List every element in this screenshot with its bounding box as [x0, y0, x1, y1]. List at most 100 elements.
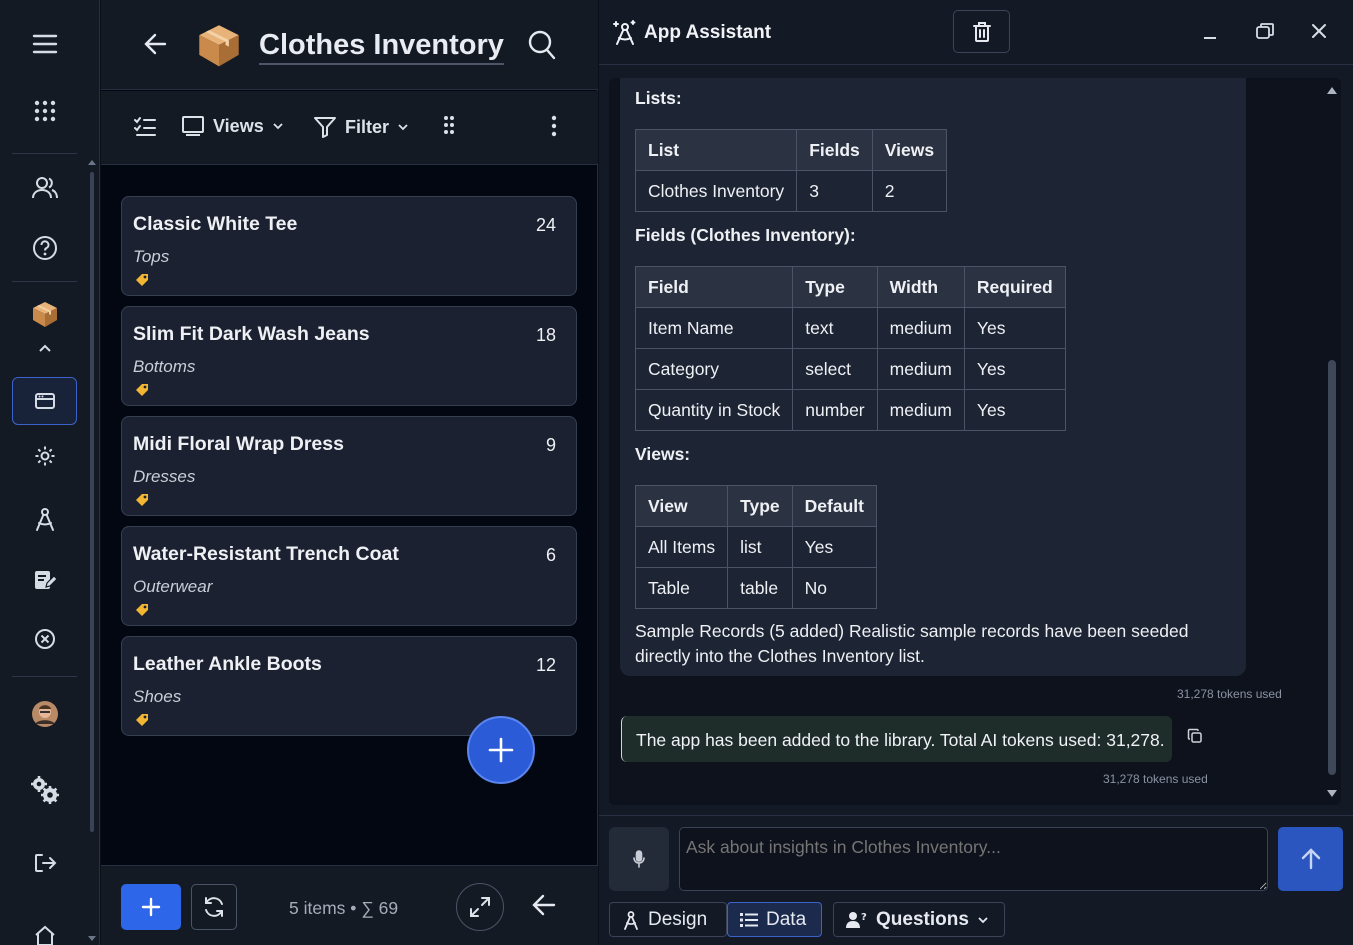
back-arrow-icon[interactable] [143, 31, 169, 62]
list-item[interactable]: Slim Fit Dark Wash Jeans 18 Bottoms [121, 306, 577, 406]
views-heading: Views: [635, 444, 691, 464]
item-name: Slim Fit Dark Wash Jeans [133, 323, 370, 345]
checklist-icon[interactable] [133, 116, 157, 138]
tab-data[interactable]: Data [727, 902, 822, 937]
table-cell: Table [634, 567, 729, 609]
design-icon [624, 910, 638, 930]
expand-button[interactable] [456, 883, 504, 931]
chat-input-area: Design Data ? Questions [599, 815, 1353, 945]
gear-icon[interactable] [30, 441, 60, 471]
table-cell: table [727, 567, 793, 609]
chat-input[interactable] [679, 827, 1268, 891]
floating-add-button[interactable] [467, 716, 535, 784]
list-item[interactable]: Water-Resistant Trench Coat 6 Outerwear [121, 526, 577, 626]
restore-icon[interactable] [1255, 22, 1275, 45]
item-count-summary: 5 items • ∑ 69 [289, 898, 399, 918]
clear-chat-button[interactable] [953, 10, 1010, 53]
table-row: Item Name text medium Yes [634, 307, 1066, 349]
filter-dropdown[interactable]: Filter [313, 115, 409, 139]
help-icon[interactable] [30, 233, 60, 263]
assistant-header: App Assistant [599, 0, 1353, 65]
app-window-icon[interactable] [30, 386, 60, 416]
table-header: List [634, 129, 798, 171]
item-category: Dresses [133, 467, 196, 486]
microphone-icon [633, 850, 645, 868]
list-item[interactable]: Classic White Tee 24 Tops [121, 196, 577, 296]
chat-scrollbar[interactable] [1325, 80, 1339, 802]
page-title[interactable]: Clothes Inventory [259, 28, 504, 65]
assistant-icon[interactable] [30, 504, 60, 534]
views-table: View Type Default All Items list Yes Tab… [634, 485, 877, 609]
questions-dropdown[interactable]: ? Questions [833, 902, 1005, 937]
table-header-row: View Type Default [634, 485, 877, 527]
table-row: All Items list Yes [634, 526, 877, 568]
table-row: Table table No [634, 567, 877, 609]
back-arrow-icon[interactable] [531, 893, 557, 922]
chevron-down-icon [398, 124, 408, 131]
rail-divider [12, 153, 77, 154]
assistant-title: App Assistant [644, 22, 772, 43]
item-name: Classic White Tee [133, 213, 298, 235]
table-header: Type [792, 266, 878, 308]
app-box-icon[interactable] [30, 299, 60, 329]
table-cell: 2 [871, 170, 948, 212]
send-button[interactable] [1278, 827, 1343, 891]
add-item-button[interactable] [121, 884, 181, 930]
item-quantity: 18 [535, 325, 556, 345]
close-circle-icon[interactable] [30, 624, 60, 654]
edit-icon[interactable] [30, 565, 60, 595]
table-cell: medium [876, 389, 965, 431]
filter-label: Filter [345, 116, 390, 137]
views-dropdown[interactable]: Views [181, 115, 284, 137]
rail-divider [12, 281, 77, 282]
item-category: Shoes [133, 687, 182, 706]
close-icon[interactable] [1311, 23, 1327, 44]
item-category: Tops [133, 247, 170, 266]
microphone-button[interactable] [609, 827, 669, 891]
chevron-down-icon [978, 916, 988, 923]
chat-log[interactable]: Lists: List Fields Views Clothes Invento… [609, 78, 1341, 805]
table-header: Width [876, 266, 965, 308]
menu-icon[interactable] [30, 29, 60, 59]
more-options-icon[interactable] [551, 115, 557, 137]
minimize-icon[interactable] [1203, 24, 1217, 45]
fields-heading: Fields (Clothes Inventory): [635, 225, 856, 245]
item-name: Water-Resistant Trench Coat [133, 543, 399, 565]
plus-icon [488, 737, 514, 763]
item-quantity: 12 [535, 655, 556, 675]
scrollbar-thumb[interactable] [1328, 360, 1336, 775]
list-item[interactable]: Midi Floral Wrap Dress 9 Dresses [121, 416, 577, 516]
assistant-icon [613, 20, 637, 51]
home-icon[interactable] [30, 920, 60, 945]
list-toolbar: Views Filter [101, 91, 598, 165]
logout-icon[interactable] [30, 848, 60, 878]
table-header-row: List Fields Views [634, 129, 948, 171]
scroll-up-icon[interactable] [1327, 87, 1337, 94]
item-category: Outerwear [133, 577, 213, 596]
rail-scrollbar[interactable] [88, 160, 96, 945]
tab-design[interactable]: Design [609, 902, 727, 937]
list-panel: Clothes Inventory Views Filter Classic W… [101, 0, 598, 945]
table-cell: medium [876, 348, 965, 390]
table-cell: medium [876, 307, 965, 349]
copy-icon[interactable] [1187, 728, 1203, 749]
refresh-button[interactable] [191, 884, 237, 930]
avatar[interactable] [30, 699, 60, 729]
svg-text:?: ? [861, 912, 867, 923]
chevron-up-icon[interactable] [30, 333, 60, 363]
app-box-icon [196, 22, 242, 73]
settings-cogs-icon[interactable] [30, 775, 60, 805]
item-quantity: 24 [535, 215, 556, 235]
table-header-row: Field Type Width Required [634, 266, 1066, 308]
apps-grid-icon[interactable] [30, 96, 60, 126]
users-icon[interactable] [30, 173, 60, 203]
rail-divider [12, 676, 77, 677]
drag-handle-icon[interactable] [443, 115, 455, 135]
table-header: Required [963, 266, 1066, 308]
table-cell: No [791, 567, 877, 609]
table-cell: select [792, 348, 878, 390]
lists-heading: Lists: [635, 88, 682, 108]
search-icon[interactable] [528, 30, 556, 65]
scroll-down-icon[interactable] [1327, 790, 1337, 797]
table-cell: Quantity in Stock [634, 389, 794, 431]
